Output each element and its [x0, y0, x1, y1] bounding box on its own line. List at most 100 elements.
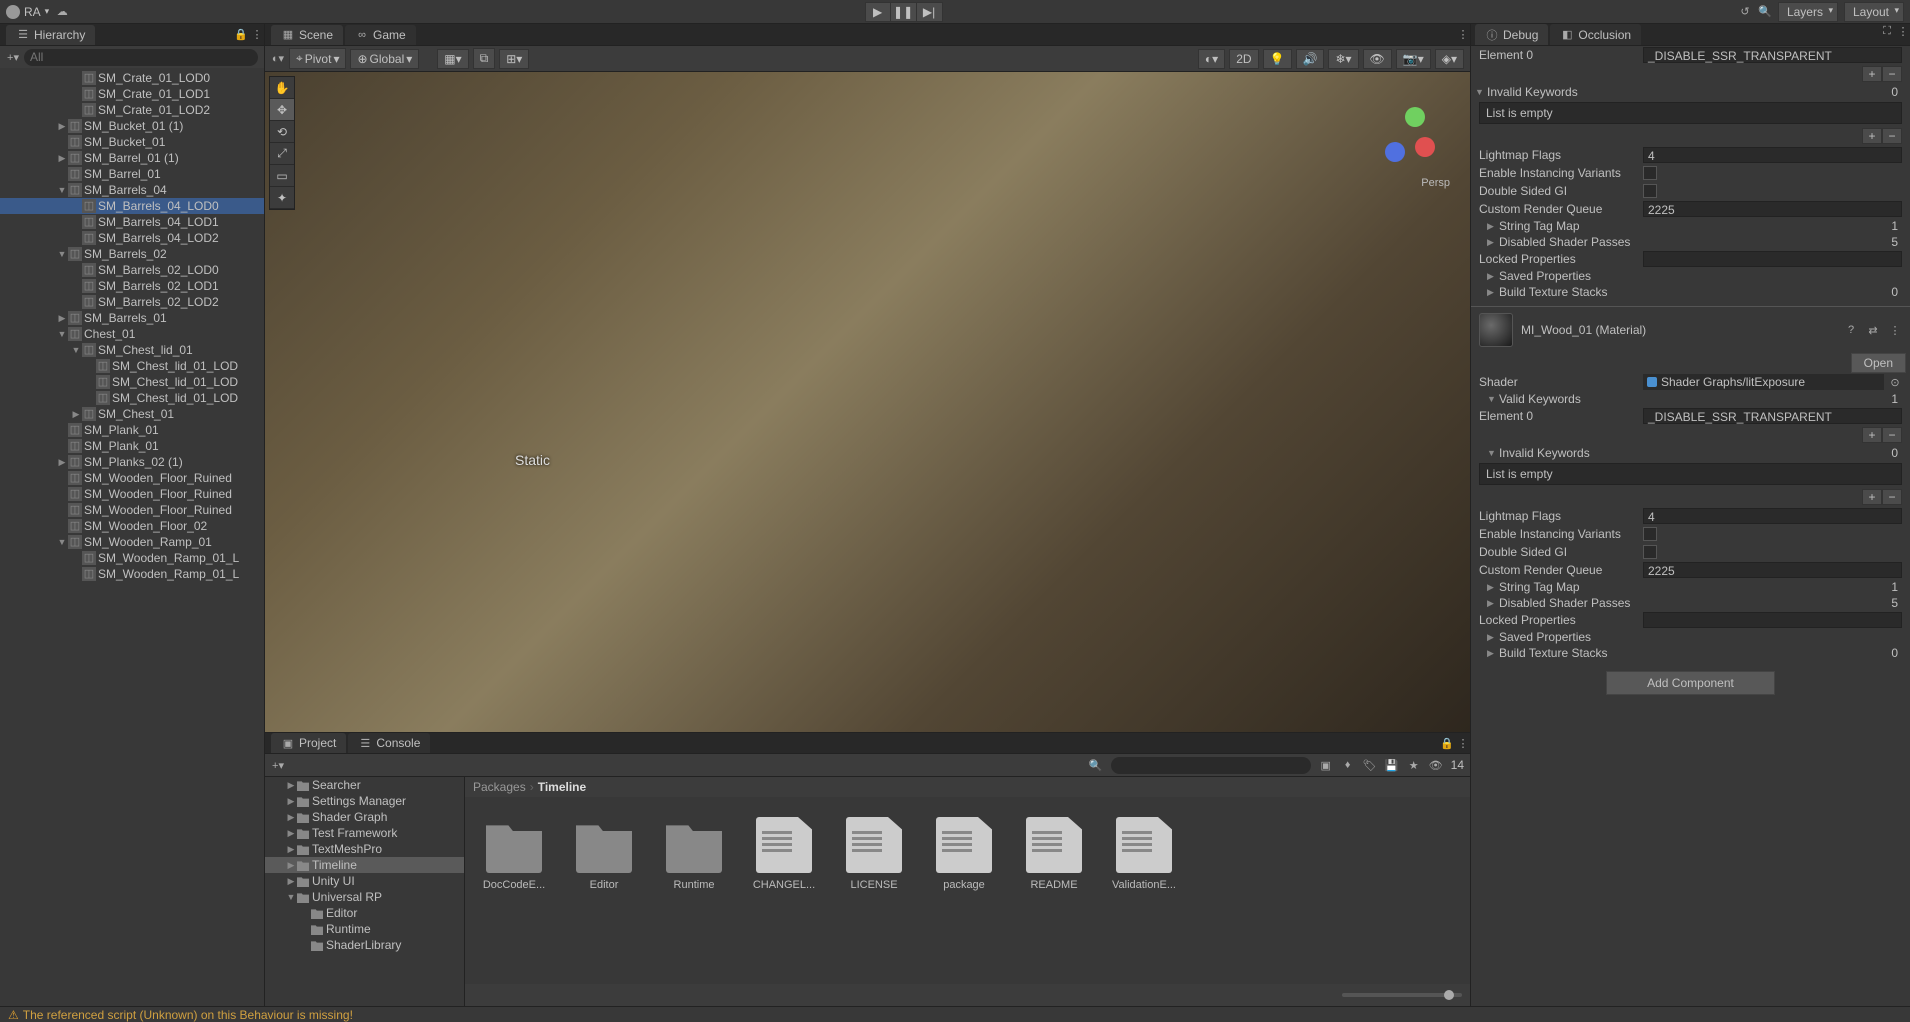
- orientation-gizmo[interactable]: [1380, 102, 1450, 172]
- saved-props-label[interactable]: Saved Properties: [1499, 630, 1591, 644]
- add-button[interactable]: +: [1862, 128, 1882, 144]
- hierarchy-item[interactable]: SM_Wooden_Ramp_01_L: [0, 566, 264, 582]
- move-tool[interactable]: ✥: [270, 99, 294, 121]
- shading-toggle[interactable]: ◐▾: [1198, 49, 1225, 69]
- breadcrumb-root[interactable]: Packages: [473, 780, 526, 794]
- tab-debug[interactable]: ⓘDebug: [1475, 24, 1548, 45]
- add-button[interactable]: +: [1862, 427, 1882, 443]
- lightmap-flags-value[interactable]: 4: [1643, 508, 1902, 524]
- hand-tool[interactable]: ✋: [270, 77, 294, 99]
- remove-button[interactable]: −: [1882, 489, 1902, 505]
- add-button[interactable]: +: [1862, 66, 1882, 82]
- double-gi-checkbox[interactable]: [1643, 545, 1657, 559]
- search-icon[interactable]: 🔍: [1758, 5, 1772, 19]
- hierarchy-item[interactable]: SM_Barrels_04_LOD2: [0, 230, 264, 246]
- project-grid-item[interactable]: ValidationE...: [1109, 817, 1179, 891]
- scene-viewport[interactable]: ✋ ✥ ⟲ ⤢ ▭ ✦ Static Persp: [265, 72, 1470, 732]
- shader-field[interactable]: Shader Graphs/litExposure: [1643, 374, 1884, 390]
- double-gi-checkbox[interactable]: [1643, 184, 1657, 198]
- hierarchy-item[interactable]: SM_Wooden_Floor_Ruined: [0, 470, 264, 486]
- pause-button[interactable]: ❚❚: [891, 2, 917, 22]
- hierarchy-item[interactable]: SM_Barrels_04_LOD1: [0, 214, 264, 230]
- build-tex-label[interactable]: Build Texture Stacks: [1499, 285, 1608, 299]
- material-preview-icon[interactable]: [1479, 313, 1513, 347]
- hierarchy-item[interactable]: SM_Barrel_01: [0, 166, 264, 182]
- foldout-caret-icon[interactable]: ▶: [1487, 237, 1499, 248]
- label-icon[interactable]: 🏷: [1363, 758, 1377, 772]
- help-icon[interactable]: ?: [1844, 323, 1858, 337]
- layout-dropdown[interactable]: Layout: [1844, 2, 1904, 22]
- foldout-caret-icon[interactable]: ▼: [1487, 394, 1499, 404]
- undo-history-icon[interactable]: ↺: [1738, 5, 1752, 19]
- hierarchy-item[interactable]: ▼SM_Barrels_02: [0, 246, 264, 262]
- project-grid-item[interactable]: DocCodeE...: [479, 817, 549, 891]
- tab-hierarchy[interactable]: ☰ Hierarchy: [6, 25, 95, 45]
- hierarchy-item[interactable]: SM_Crate_01_LOD0: [0, 70, 264, 86]
- hierarchy-item[interactable]: ▶SM_Planks_02 (1): [0, 454, 264, 470]
- cloud-icon[interactable]: ☁: [55, 5, 69, 19]
- add-icon[interactable]: +▾: [6, 50, 20, 64]
- project-search-input[interactable]: [1111, 757, 1311, 774]
- menu-icon[interactable]: ⋮: [1456, 736, 1470, 750]
- picker-icon[interactable]: ⊙: [1888, 375, 1902, 389]
- lock-icon[interactable]: 🔒: [1440, 736, 1454, 750]
- grid-toggle[interactable]: ▦▾: [437, 49, 468, 69]
- remove-button[interactable]: −: [1882, 128, 1902, 144]
- hidden-icon[interactable]: 👁: [1429, 758, 1443, 772]
- open-button[interactable]: Open: [1851, 353, 1906, 373]
- foldout-caret-icon[interactable]: ▶: [1487, 287, 1499, 298]
- foldout-caret-icon[interactable]: ▶: [1487, 221, 1499, 232]
- project-tree-item[interactable]: ▶Shader Graph: [265, 809, 464, 825]
- custom-queue-value[interactable]: 2225: [1643, 201, 1902, 217]
- filter-icon[interactable]: ▣: [1319, 758, 1333, 772]
- project-tree-item[interactable]: ▶Unity UI: [265, 873, 464, 889]
- filter2-icon[interactable]: ♦: [1341, 758, 1355, 772]
- enable-instancing-checkbox[interactable]: [1643, 527, 1657, 541]
- foldout-caret-icon[interactable]: ▶: [1487, 648, 1499, 659]
- foldout-caret-icon[interactable]: ▶: [1487, 582, 1499, 593]
- valid-keywords-label[interactable]: Valid Keywords: [1499, 392, 1581, 406]
- custom-queue-value[interactable]: 2225: [1643, 562, 1902, 578]
- axis-z-icon[interactable]: [1385, 142, 1405, 162]
- tab-scene[interactable]: ▦Scene: [271, 25, 343, 45]
- rotate-tool[interactable]: ⟲: [270, 121, 294, 143]
- hierarchy-item[interactable]: ▶SM_Barrel_01 (1): [0, 150, 264, 166]
- tab-game[interactable]: ∞Game: [345, 25, 416, 45]
- hierarchy-item[interactable]: SM_Wooden_Floor_02: [0, 518, 264, 534]
- hierarchy-item[interactable]: ▼Chest_01: [0, 326, 264, 342]
- hierarchy-item[interactable]: SM_Barrels_02_LOD0: [0, 262, 264, 278]
- foldout-caret-icon[interactable]: ▼: [1475, 87, 1487, 97]
- hierarchy-item[interactable]: SM_Bucket_01: [0, 134, 264, 150]
- foldout-caret-icon[interactable]: ▼: [1487, 448, 1499, 458]
- invalid-keywords-label[interactable]: Invalid Keywords: [1499, 446, 1590, 460]
- add-button[interactable]: +: [1862, 489, 1882, 505]
- menu-icon[interactable]: ⋮: [1888, 323, 1902, 337]
- hierarchy-item[interactable]: SM_Wooden_Floor_Ruined: [0, 486, 264, 502]
- scale-tool[interactable]: ⤢: [270, 143, 294, 165]
- foldout-caret-icon[interactable]: ▶: [1487, 598, 1499, 609]
- foldout-caret-icon[interactable]: ▶: [1487, 632, 1499, 643]
- project-tree-item[interactable]: ▶Timeline: [265, 857, 464, 873]
- camera-toggle[interactable]: 📷▾: [1396, 49, 1431, 69]
- hierarchy-item[interactable]: ▶SM_Chest_01: [0, 406, 264, 422]
- add-icon[interactable]: +▾: [271, 758, 285, 772]
- hierarchy-item[interactable]: ▶SM_Bucket_01 (1): [0, 118, 264, 134]
- menu-icon[interactable]: ⋮: [1456, 28, 1470, 42]
- thumbnail-size-slider[interactable]: [1342, 993, 1462, 997]
- layers-dropdown[interactable]: Layers: [1778, 2, 1838, 22]
- hierarchy-item[interactable]: ▶SM_Barrels_01: [0, 310, 264, 326]
- account-menu[interactable]: RA ▾: [6, 5, 49, 19]
- project-grid-item[interactable]: package: [929, 817, 999, 891]
- hierarchy-item[interactable]: SM_Crate_01_LOD2: [0, 102, 264, 118]
- favorite-icon[interactable]: ★: [1407, 758, 1421, 772]
- hierarchy-item[interactable]: SM_Plank_01: [0, 422, 264, 438]
- project-grid-item[interactable]: Runtime: [659, 817, 729, 891]
- hierarchy-item[interactable]: SM_Chest_lid_01_LOD: [0, 374, 264, 390]
- gizmos-toggle[interactable]: ◈▾: [1435, 49, 1464, 69]
- build-tex-label[interactable]: Build Texture Stacks: [1499, 646, 1608, 660]
- tab-console[interactable]: ☰Console: [348, 733, 430, 753]
- projection-label[interactable]: Persp: [1421, 177, 1450, 189]
- hierarchy-item[interactable]: SM_Crate_01_LOD1: [0, 86, 264, 102]
- hidden-toggle[interactable]: 👁: [1363, 49, 1392, 69]
- add-component-button[interactable]: Add Component: [1606, 671, 1775, 695]
